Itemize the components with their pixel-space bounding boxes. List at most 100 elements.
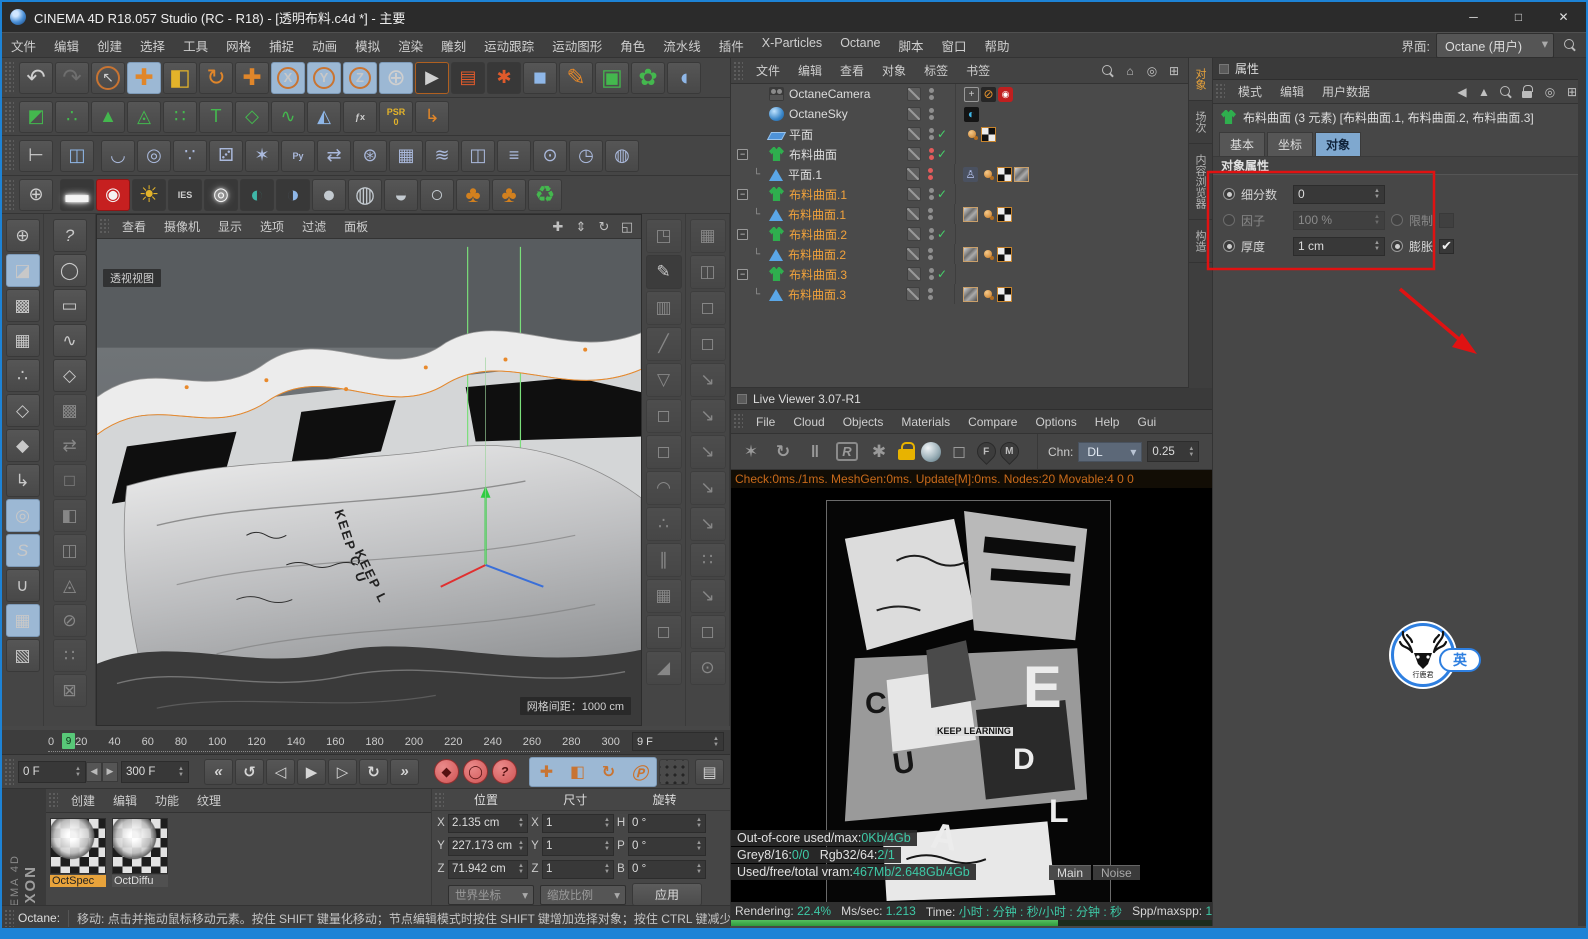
size-field[interactable]: 1 — [542, 813, 614, 833]
size-field[interactable]: 1 — [542, 859, 614, 879]
layer-badge[interactable] — [907, 187, 921, 201]
object-label[interactable]: 平面 — [789, 126, 907, 143]
stepper-icon[interactable] — [696, 817, 702, 829]
axis-x-lock-icon[interactable]: X — [271, 61, 305, 94]
attribute-tab[interactable]: 坐标 — [1267, 132, 1314, 156]
expand-toggle-icon[interactable]: − — [737, 188, 748, 200]
search-icon[interactable] — [1098, 62, 1118, 80]
knife-tool-icon[interactable]: ╱ — [645, 327, 682, 361]
octane-vegetation-icon[interactable]: ♻ — [528, 178, 562, 211]
noise-texture-tag-icon[interactable] — [963, 246, 978, 262]
menu-item[interactable]: 文件 — [2, 34, 45, 57]
disabled-tool-icon[interactable]: ↘ — [689, 435, 726, 469]
xp-capsule-icon[interactable]: ⊙ — [533, 139, 567, 172]
toolbar-grip[interactable] — [4, 139, 14, 172]
interface-select[interactable]: Octane (用户) — [1436, 32, 1554, 58]
play-reverse-icon[interactable]: ↺ — [235, 758, 264, 785]
object-row[interactable]: 布料曲面.1 — [731, 204, 1188, 224]
channel-select[interactable]: DL — [1078, 441, 1143, 462]
phong-tag-icon[interactable] — [980, 247, 995, 262]
goto-end-icon[interactable]: » — [390, 758, 419, 785]
object-row[interactable]: 布料曲面.2 — [731, 244, 1188, 264]
menu-item[interactable]: 用户数据 — [1313, 81, 1379, 102]
redo-icon[interactable]: ↷ — [55, 61, 89, 94]
grid-tool-icon[interactable]: ▦ — [645, 579, 682, 613]
attribute-tab[interactable]: 基本 — [1219, 132, 1266, 156]
loop-icon[interactable]: ↻ — [359, 758, 388, 785]
enable-check[interactable]: ✓ — [935, 187, 949, 201]
object-row[interactable]: 平面 ✓ — [731, 124, 1188, 144]
disabled-tool-icon[interactable]: ⊠ — [52, 674, 87, 707]
enable-check[interactable]: ✓ — [935, 127, 949, 141]
visibility-dots[interactable] — [927, 268, 935, 280]
xp-burst-icon[interactable]: ✶ — [245, 139, 279, 172]
rotation-field[interactable]: 0 ° — [628, 859, 706, 879]
home-icon[interactable]: ⌂ — [1120, 62, 1140, 80]
restart-render-icon[interactable]: ↻ — [769, 438, 797, 466]
ime-language-badge[interactable]: 英 — [1439, 648, 1481, 672]
octane-arealight-icon[interactable]: ▬ — [60, 178, 94, 211]
limit-checkbox[interactable] — [1439, 212, 1455, 228]
xp-rings-icon[interactable]: ◎ — [137, 139, 171, 172]
position-record-icon[interactable]: ✚ — [532, 759, 561, 785]
object-row[interactable]: 平面.1 — [731, 164, 1188, 184]
scale-record-icon[interactable]: ◧ — [563, 759, 592, 785]
octane-hdri-environment-icon[interactable]: ◑ — [276, 178, 310, 211]
scale-mode-select[interactable]: 缩放比例 — [540, 884, 626, 905]
xp-clock-icon[interactable]: ◷ — [569, 139, 603, 172]
menu-item[interactable]: 工具 — [174, 34, 217, 57]
octane-environment-tag-icon[interactable] — [964, 106, 979, 122]
panel-grip[interactable] — [99, 218, 109, 235]
menu-item[interactable]: Gui — [1128, 413, 1165, 431]
menu-item[interactable]: 创建 — [88, 34, 131, 57]
panel-grip[interactable] — [434, 792, 444, 807]
visibility-dots[interactable] — [927, 228, 935, 240]
menu-item[interactable]: 渲染 — [389, 34, 432, 57]
object-label[interactable]: 布料曲面.2 — [788, 246, 906, 263]
scrollbar[interactable] — [1578, 58, 1586, 926]
camera-focus-icon[interactable] — [964, 86, 979, 102]
coordinate-system-icon[interactable]: ⊕ — [379, 61, 413, 94]
expand-checkbox[interactable]: ✔ — [1439, 238, 1455, 254]
panel-grip[interactable] — [4, 909, 14, 927]
stepper-icon[interactable] — [1374, 188, 1380, 200]
snap-toggle-icon[interactable]: S — [5, 534, 40, 567]
octane-camera-icon[interactable]: ◉ — [96, 178, 130, 211]
xp-cubes-icon[interactable]: ◫ — [461, 139, 495, 172]
rotate-tool-icon[interactable]: ↻ — [199, 61, 233, 94]
follow-icon[interactable]: ◎ — [1540, 83, 1560, 101]
rotation-field[interactable]: 0 ° — [628, 836, 706, 856]
split-tool-icon[interactable]: ∥ — [645, 543, 682, 577]
menu-item[interactable]: File — [747, 413, 784, 431]
prev-object-icon[interactable]: ◀ — [1452, 83, 1472, 101]
poly-select-icon[interactable]: ◇ — [52, 359, 87, 392]
enable-check[interactable]: ✓ — [935, 227, 949, 241]
xp-grid-icon[interactable]: ▦ — [389, 139, 423, 172]
disabled-tool-icon[interactable]: □ — [52, 464, 87, 497]
timeline-panel-icon[interactable]: ▤ — [695, 758, 724, 785]
menu-item[interactable]: 选项 — [251, 216, 293, 237]
menu-item[interactable]: 运动图形 — [543, 34, 611, 57]
octane-ies-light-icon[interactable]: IES — [168, 178, 202, 211]
dock-tab[interactable]: 场次 — [1189, 101, 1212, 144]
polygons-mode-icon[interactable]: ◆ — [5, 429, 40, 462]
material-preview[interactable] — [50, 818, 106, 874]
layer-badge[interactable] — [906, 207, 920, 221]
goto-start-icon[interactable]: « — [204, 758, 233, 785]
layer-badge[interactable] — [907, 267, 921, 281]
anim-enable-icon[interactable] — [1391, 214, 1403, 226]
menu-item[interactable]: 纹理 — [188, 790, 230, 811]
spline-wrap-icon[interactable]: ∿ — [271, 100, 305, 133]
visibility-dots[interactable] — [927, 148, 935, 160]
history-up-icon[interactable]: ▲ — [1474, 83, 1494, 101]
subdivide-icon[interactable]: ◩ — [19, 100, 53, 133]
layer-badge[interactable] — [906, 167, 920, 181]
object-label[interactable]: OctaneSky — [789, 107, 907, 121]
orbit-icon[interactable]: ↻ — [594, 218, 614, 236]
lock-icon[interactable] — [1518, 83, 1538, 101]
chain-icon[interactable]: ∷ — [163, 100, 197, 133]
axis-z-lock-icon[interactable]: Z — [343, 61, 377, 94]
enable-check[interactable]: ✓ — [935, 267, 949, 281]
generators-icon[interactable]: ▣ — [595, 61, 629, 94]
material-item[interactable]: OctDiffu — [112, 818, 170, 887]
